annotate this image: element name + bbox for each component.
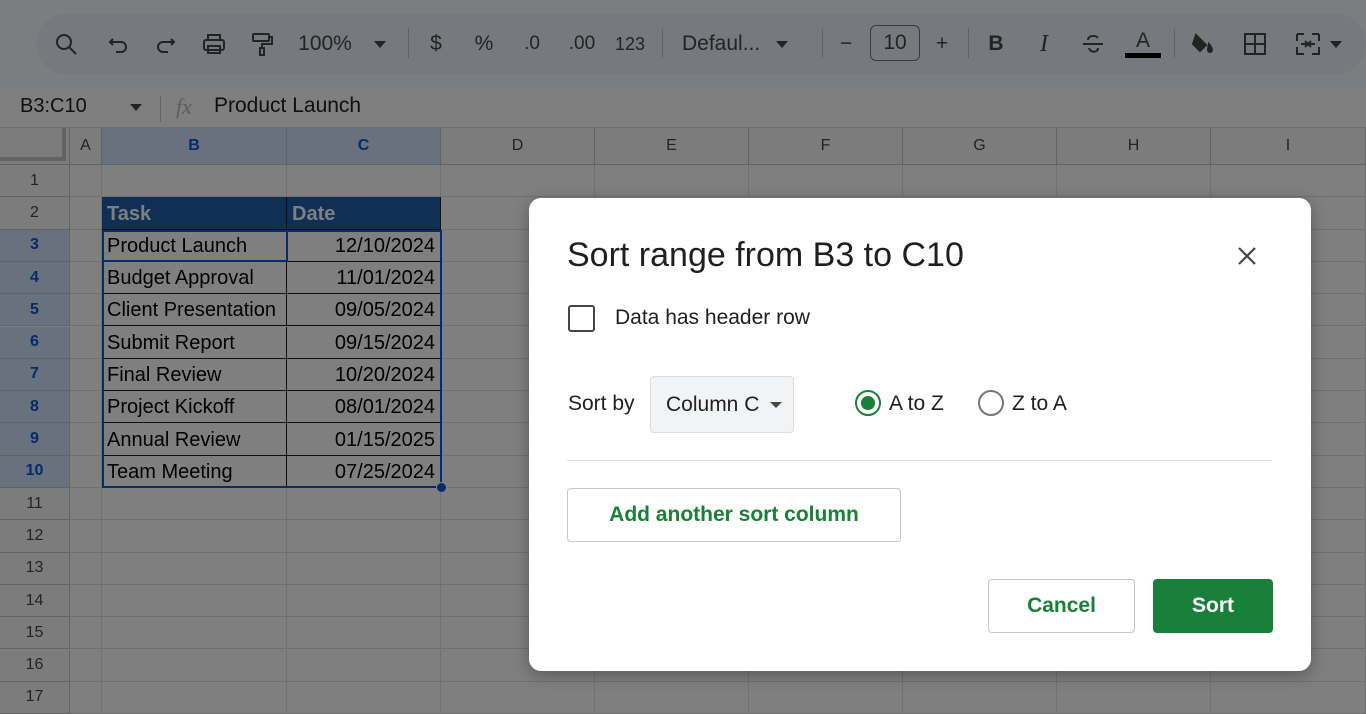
sort-column-value: Column C	[666, 392, 760, 416]
header-row-checkbox[interactable]	[568, 305, 595, 332]
dialog-title: Sort range from B3 to C10	[567, 236, 964, 274]
sort-range-dialog: Sort range from B3 to C10 Data has heade…	[529, 198, 1311, 671]
cancel-button[interactable]: Cancel	[988, 579, 1135, 633]
sort-button[interactable]: Sort	[1153, 579, 1273, 633]
sort-asc-label: A to Z	[889, 392, 944, 415]
close-icon	[1238, 247, 1256, 265]
chevron-down-icon	[770, 401, 783, 408]
sort-desc-label: Z to A	[1012, 392, 1067, 415]
add-sort-column-button[interactable]: Add another sort column	[567, 488, 901, 542]
close-button[interactable]	[1229, 238, 1265, 274]
sort-asc-radio[interactable]	[855, 390, 881, 416]
header-row-label: Data has header row	[615, 306, 810, 329]
sort-desc-radio[interactable]	[978, 390, 1004, 416]
dialog-divider	[567, 460, 1272, 461]
sort-by-label: Sort by	[568, 392, 635, 415]
sort-column-select[interactable]: Column C	[650, 376, 794, 433]
